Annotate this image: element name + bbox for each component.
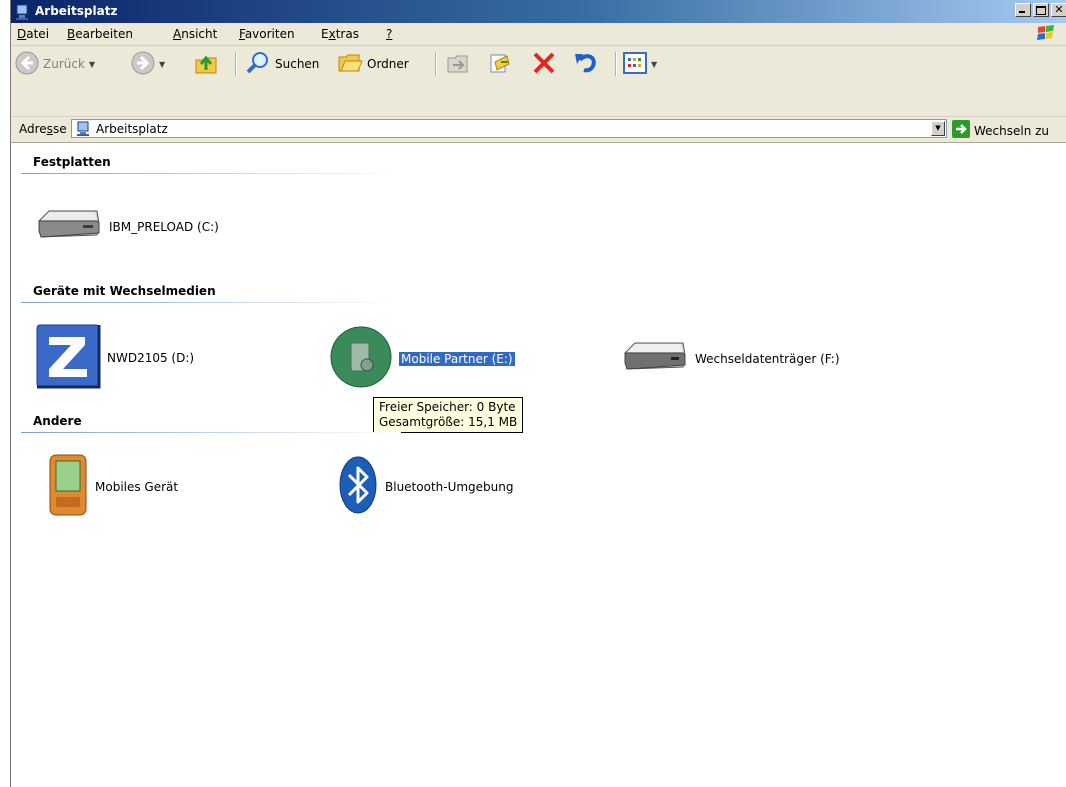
address-bar: Adresse Arbeitsplatz ▼ Wechseln zu xyxy=(11,117,1066,143)
tooltip-free-space: Freier Speicher: 0 Byte xyxy=(379,400,516,414)
drive-item-e[interactable]: Mobile Partner (E:) xyxy=(329,325,516,392)
device-name: Bluetooth-Umgebung xyxy=(385,479,514,494)
group-title-other: Andere xyxy=(33,414,82,428)
back-button[interactable]: Zurück ▼ xyxy=(15,50,95,78)
address-label: Adresse xyxy=(19,122,67,136)
windows-logo-icon xyxy=(1035,24,1061,44)
device-item-bluetooth[interactable]: Bluetooth-Umgebung xyxy=(337,453,514,520)
back-arrow-icon xyxy=(15,51,39,78)
drive-name: Mobile Partner (E:) xyxy=(398,350,516,367)
menu-help[interactable]: ? xyxy=(386,27,392,41)
maximize-button[interactable] xyxy=(1033,3,1049,17)
views-button[interactable]: ▼ xyxy=(623,50,657,78)
delete-icon xyxy=(531,50,557,79)
up-folder-button[interactable] xyxy=(193,50,219,78)
drive-item-d[interactable]: NWD2105 (D:) xyxy=(35,323,194,392)
folders-icon xyxy=(337,51,363,78)
back-dropdown-icon[interactable]: ▼ xyxy=(89,60,95,69)
copy-to-button[interactable] xyxy=(487,50,513,78)
standard-toolbar: Zurück ▼ ▼ Suchen Ordner ▼ xyxy=(11,46,1066,117)
drive-item-f[interactable]: Wechseldatenträger (F:) xyxy=(621,339,840,378)
device-name: Mobiles Gerät xyxy=(95,479,179,494)
group-title-removable: Geräte mit Wechselmedien xyxy=(33,284,216,298)
group-divider xyxy=(21,432,401,433)
back-label: Zurück xyxy=(43,57,85,71)
mobile-partner-icon xyxy=(329,325,393,392)
minimize-button[interactable] xyxy=(1015,3,1031,17)
address-dropdown-button[interactable]: ▼ xyxy=(931,121,945,136)
removable-drive-icon xyxy=(621,339,689,378)
close-button[interactable]: ✕ xyxy=(1051,3,1066,17)
folders-button[interactable]: Ordner xyxy=(337,50,409,78)
drive-name: IBM_PRELOAD (C:) xyxy=(109,219,219,234)
explorer-window: Arbeitsplatz ✕ Datei Bearbeiten Ansicht … xyxy=(10,0,1066,787)
undo-button[interactable] xyxy=(573,50,599,78)
views-dropdown-icon[interactable]: ▼ xyxy=(651,60,657,69)
undo-icon xyxy=(573,50,599,79)
folders-label: Ordner xyxy=(367,57,409,71)
hard-disk-icon xyxy=(35,207,103,246)
drive-name: NWD2105 (D:) xyxy=(107,350,195,365)
title-bar[interactable]: Arbeitsplatz ✕ xyxy=(11,0,1066,23)
group-divider xyxy=(21,302,401,303)
zip-drive-icon xyxy=(35,323,101,392)
copy-to-icon xyxy=(487,50,513,79)
menu-file[interactable]: Datei xyxy=(17,27,49,41)
tooltip-total-size: Gesamtgröße: 15,1 MB xyxy=(379,415,518,429)
menu-bar: Datei Bearbeiten Ansicht Favoriten Extra… xyxy=(11,23,1066,46)
group-divider xyxy=(21,173,401,174)
move-to-icon xyxy=(445,50,471,79)
forward-dropdown-icon[interactable]: ▼ xyxy=(159,60,165,69)
go-label: Wechseln zu xyxy=(974,123,1050,138)
menu-edit[interactable]: Bearbeiten xyxy=(67,27,133,41)
drive-name: Wechseldatenträger (F:) xyxy=(695,351,840,366)
my-computer-icon xyxy=(15,4,29,23)
forward-button[interactable]: ▼ xyxy=(131,50,165,78)
drive-item-c[interactable]: IBM_PRELOAD (C:) xyxy=(35,207,219,246)
file-view[interactable]: Festplatten IBM_PRELOAD (C:) Geräte mit … xyxy=(11,143,1066,787)
window-title: Arbeitsplatz xyxy=(35,4,118,18)
group-title-hard-disks: Festplatten xyxy=(33,155,111,169)
address-value: Arbeitsplatz xyxy=(96,122,168,136)
search-label: Suchen xyxy=(275,57,320,71)
menu-extras[interactable]: Extras xyxy=(321,27,359,41)
my-computer-icon xyxy=(75,121,91,140)
drive-tooltip: Freier Speicher: 0 Byte Gesamtgröße: 15,… xyxy=(373,397,524,433)
address-input[interactable]: Arbeitsplatz ▼ xyxy=(71,119,947,138)
menu-favorites[interactable]: Favoriten xyxy=(239,27,295,41)
up-folder-icon xyxy=(193,50,219,79)
go-button[interactable]: Wechseln zu xyxy=(952,120,1049,141)
delete-button[interactable] xyxy=(531,50,557,78)
search-icon xyxy=(245,50,271,79)
pda-icon xyxy=(47,453,89,520)
move-to-button[interactable] xyxy=(445,50,471,78)
device-item-mobile[interactable]: Mobiles Gerät xyxy=(47,453,178,520)
forward-arrow-icon xyxy=(131,51,155,78)
menu-view[interactable]: Ansicht xyxy=(173,27,217,41)
bluetooth-icon xyxy=(337,453,379,520)
go-arrow-icon xyxy=(952,120,970,141)
views-icon xyxy=(623,51,647,77)
search-button[interactable]: Suchen xyxy=(245,50,319,78)
